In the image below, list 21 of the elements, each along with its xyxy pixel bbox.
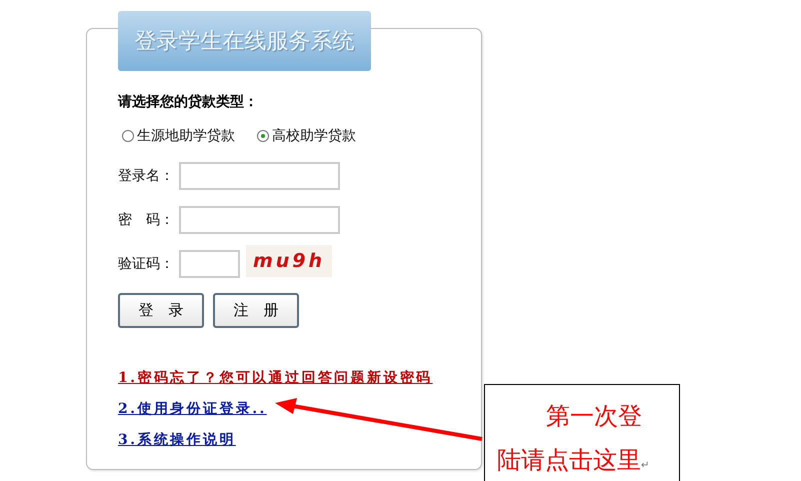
callout-text: 第一次登 [546, 401, 643, 431]
captcha-image: mu9h [246, 245, 332, 277]
field-label: 验证码： [118, 255, 175, 273]
help-link[interactable]: 1.密码忘了？您可以通过回答问题新设密码 [118, 368, 433, 388]
password-field[interactable] [179, 206, 340, 234]
captcha-field[interactable] [179, 250, 240, 278]
login-name-field[interactable] [179, 162, 340, 190]
loan-type-label: 请选择您的贷款类型： [118, 93, 259, 112]
callout-text: 陆请点击这里 [497, 446, 641, 474]
form-button[interactable]: 登 录 [118, 293, 204, 328]
help-link[interactable]: 3.系统操作说明 [118, 430, 236, 450]
panel-title: 登录学生在线服务系统 [118, 11, 371, 71]
help-link[interactable]: 2.使用身份证登录.. [118, 399, 267, 419]
paragraph-mark: ↵ [641, 460, 650, 471]
radio-button-icon[interactable] [122, 130, 134, 142]
form-button[interactable]: 注 册 [213, 293, 299, 328]
field-label: 密 码： [118, 211, 175, 229]
field-label: 登录名： [118, 167, 175, 185]
radio-option[interactable]: 高校助学贷款 [257, 127, 356, 145]
radio-option[interactable]: 生源地助学贷款 [122, 127, 235, 145]
radio-button-icon[interactable] [257, 130, 269, 142]
